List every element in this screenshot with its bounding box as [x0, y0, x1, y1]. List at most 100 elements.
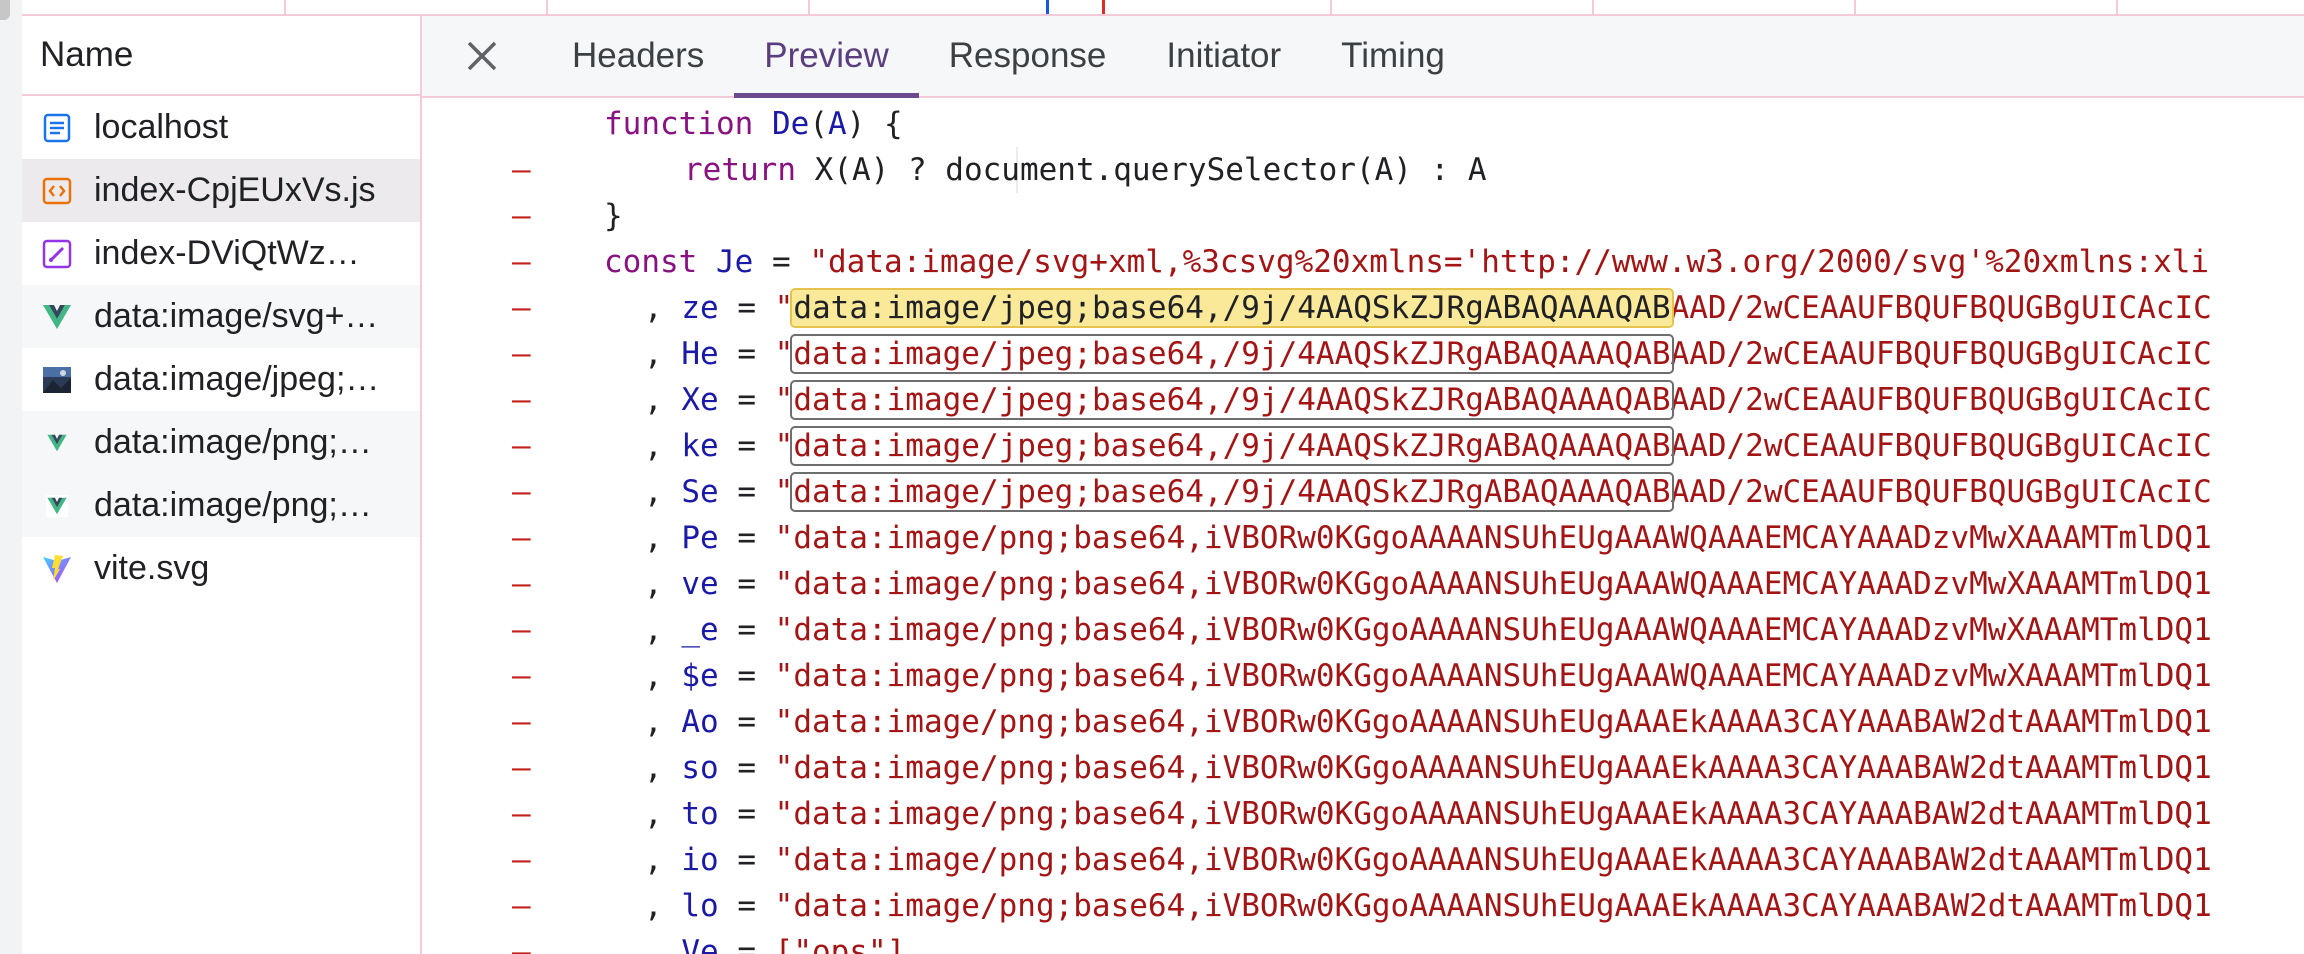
keyword: return: [684, 152, 796, 188]
code-line: – , Se = " data:image/jpeg;base64,/9j/4AA…: [422, 469, 2304, 556]
code-line: – return X(A) ? document.querySelector(A…: [422, 147, 2304, 234]
string-literal: "data:image/png;base64,iVBORw0KGgoAAAANS…: [774, 888, 2212, 924]
request-row[interactable]: localhost: [22, 96, 420, 159]
variable-name: _e: [681, 612, 719, 648]
tab-response[interactable]: Response: [919, 16, 1137, 96]
request-name: localhost: [94, 108, 229, 146]
operator: =: [753, 244, 810, 280]
timeline-gridline: [284, 0, 286, 14]
string-literal: "data:image/png;base64,iVBORw0KGgoAAAANS…: [774, 796, 2212, 832]
code-line: – , ze = " data:image/jpeg;base64,/9j/4AA…: [422, 285, 2304, 372]
network-timeline-overview[interactable]: [22, 0, 2304, 16]
code-line: – }: [422, 193, 2304, 280]
request-row[interactable]: data:image/jpeg;…: [22, 348, 420, 411]
code-line: – , so = "data:image/png;base64,iVBORw0K…: [422, 745, 2304, 832]
string-literal: "data:image/png;base64,iVBORw0KGgoAAAANS…: [774, 842, 2212, 878]
variable-name: so: [681, 750, 719, 786]
source-preview[interactable]: – function De(A) { – return X(A) ? docum…: [422, 98, 2304, 954]
code-line: , Ve = ["ops"]: [422, 929, 2304, 954]
details-tab-bar: Headers Preview Response Initiator Timin…: [422, 16, 2304, 98]
timeline-gridline: [1592, 0, 1594, 14]
code-line: – const Je = "data:image/svg+xml,%3csvg%…: [422, 239, 2304, 326]
punctuation: }: [604, 198, 623, 234]
string-literal: "data:image/png;base64,iVBORw0KGgoAAAANS…: [774, 566, 2212, 602]
variable-name: Xe: [681, 382, 719, 418]
keyword: function: [604, 106, 754, 142]
request-name: data:image/svg+…: [94, 297, 379, 335]
punctuation: ) {: [846, 106, 903, 142]
request-row[interactable]: vite.svg: [22, 537, 420, 600]
string-literal: "data:image/png;base64,iVBORw0KGgoAAAANS…: [774, 520, 2212, 556]
code-line: – , Ao = "data:image/png;base64,iVBORw0K…: [422, 699, 2304, 786]
code-line: – , ke = " data:image/jpeg;base64,/9j/4AA…: [422, 423, 2304, 510]
request-row[interactable]: data:image/svg+…: [22, 285, 420, 348]
image-thumbnail-icon: [40, 363, 74, 397]
code-line: – , to = "data:image/png;base64,iVBORw0K…: [422, 791, 2304, 878]
function-name: De: [771, 106, 810, 142]
variable-name: to: [681, 796, 719, 832]
dom-content-loaded-marker: [1046, 0, 1049, 14]
timeline-gridline: [1854, 0, 1856, 14]
string-literal: "data:image/png;base64,iVBORw0KGgoAAAANS…: [774, 704, 2212, 740]
request-name: data:image/jpeg;…: [94, 360, 380, 398]
highlighted-match: data:image/jpeg;base64,/9j/4AAQSkZJRgABA…: [793, 474, 1671, 510]
frame-edge: [0, 0, 24, 954]
parameter: A: [827, 106, 847, 142]
expression: X(A) ? document.querySelector(A) : A: [814, 152, 1487, 188]
vue-logo-icon: [40, 300, 74, 334]
code-line: – , He = " data:image/jpeg;base64,/9j/4AA…: [422, 331, 2304, 418]
highlighted-match: data:image/jpeg;base64,/9j/4AAQSkZJRgABA…: [793, 382, 1671, 418]
request-row[interactable]: index-DViQtWz…: [22, 222, 420, 285]
tab-initiator[interactable]: Initiator: [1136, 16, 1311, 96]
close-icon: [467, 41, 497, 71]
string-literal: "data:image/svg+xml,%3csvg%20xmlns='http…: [809, 244, 2210, 280]
request-row[interactable]: data:image/png;…: [22, 474, 420, 537]
highlighted-match: data:image/jpeg;base64,/9j/4AAQSkZJRgABA…: [793, 336, 1671, 372]
request-name: data:image/png;…: [94, 486, 372, 524]
string-literal: "data:image/png;base64,iVBORw0KGgoAAAANS…: [774, 658, 2212, 694]
variable-name: io: [681, 842, 719, 878]
variable-name: Se: [681, 474, 719, 510]
request-list: Name localhost index-CpjEUxVs.js index-D…: [22, 16, 422, 954]
string-literal: ["ops"]: [774, 934, 906, 954]
string-literal: "data:image/png;base64,iVBORw0KGgoAAAANS…: [774, 612, 2212, 648]
variable-name: $e: [681, 658, 719, 694]
request-row-selected[interactable]: index-CpjEUxVs.js: [22, 159, 420, 222]
variable-name: Pe: [681, 520, 719, 556]
vue-logo-icon: [40, 489, 74, 523]
stylesheet-icon: [40, 237, 74, 271]
tab-timing[interactable]: Timing: [1311, 16, 1475, 96]
string-literal: AAD/2wCEAAUFBQUFBQUGBgUICAcIC: [1670, 474, 2212, 510]
close-details-button[interactable]: [422, 16, 542, 96]
code-line: – , io = "data:image/png;base64,iVBORw0K…: [422, 837, 2304, 924]
request-row[interactable]: data:image/png;…: [22, 411, 420, 474]
timeline-gridline: [808, 0, 810, 14]
document-icon: [40, 111, 74, 145]
request-name: data:image/png;…: [94, 423, 372, 461]
code-line: – , ve = "data:image/png;base64,iVBORw0K…: [422, 561, 2304, 648]
keyword: const: [604, 244, 698, 280]
string-literal: AAD/2wCEAAUFBQUFBQUGBgUICAcIC: [1670, 428, 2212, 464]
resize-handle[interactable]: [0, 0, 10, 20]
code-line: – function De(A) {: [422, 101, 2304, 188]
code-line: – , Pe = "data:image/png;base64,iVBORw0K…: [422, 515, 2304, 602]
code-line: – , _e = "data:image/png;base64,iVBORw0K…: [422, 607, 2304, 694]
code-line: – , $e = "data:image/png;base64,iVBORw0K…: [422, 653, 2304, 740]
request-name: index-CpjEUxVs.js: [94, 171, 376, 209]
variable-name: ve: [681, 566, 719, 602]
tab-headers[interactable]: Headers: [542, 16, 734, 96]
code-line: – , lo = "data:image/png;base64,iVBORw0K…: [422, 883, 2304, 954]
request-name: vite.svg: [94, 549, 210, 587]
highlighted-match: data:image/jpeg;base64,/9j/4AAQSkZJRgABA…: [793, 290, 1671, 326]
variable-name: lo: [681, 888, 719, 924]
variable-name: ke: [681, 428, 719, 464]
timeline-gridline: [546, 0, 548, 14]
script-icon: [40, 174, 74, 208]
tab-preview[interactable]: Preview: [734, 16, 920, 98]
variable-name: Ao: [681, 704, 719, 740]
timeline-gridline: [2116, 0, 2118, 14]
variable-name: ze: [681, 290, 719, 326]
name-column-header[interactable]: Name: [22, 16, 420, 96]
variable-name: He: [681, 336, 719, 372]
string-literal: "data:image/png;base64,iVBORw0KGgoAAAANS…: [774, 750, 2212, 786]
